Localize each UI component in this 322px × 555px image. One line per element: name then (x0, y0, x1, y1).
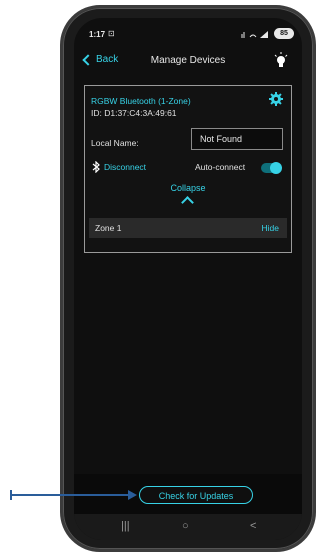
auto-connect-toggle[interactable] (261, 162, 282, 174)
zone-hide-button[interactable]: Hide (262, 223, 279, 233)
toggle-knob (270, 162, 282, 174)
nav-bar: Back Manage Devices (74, 48, 302, 74)
status-time: 1:17 (89, 30, 106, 39)
page-title: Manage Devices (150, 55, 226, 66)
back-nav-icon[interactable]: < (250, 520, 256, 532)
auto-connect-label: Auto-connect (195, 162, 246, 172)
system-nav-bar: ||| ○ < (74, 514, 302, 540)
wifi-signal-icon (241, 31, 268, 38)
device-name: RGBW Bluetooth (1-Zone) (91, 96, 191, 106)
disconnect-label: Disconnect (104, 162, 147, 172)
camera-icon: ⊡ (108, 29, 115, 38)
app-screen: 1:17 ⊡ 85 Back Manage Devices RGBW Bluet… (74, 18, 302, 540)
bluetooth-icon (92, 161, 100, 173)
gear-icon[interactable] (269, 92, 283, 106)
home-icon[interactable]: ○ (182, 520, 189, 532)
local-name-field[interactable]: Not Found (191, 128, 283, 150)
signal-icons (240, 30, 270, 41)
device-card: RGBW Bluetooth (1-Zone) ID: D1:37:C4:3A:… (84, 85, 292, 253)
device-id: ID: D1:37:C4:3A:49:61 (91, 108, 177, 118)
callout-line (11, 494, 132, 496)
battery-icon: 85 (274, 28, 294, 39)
disconnect-button[interactable]: Disconnect (91, 161, 146, 173)
zone-row: Zone 1 Hide (89, 218, 287, 238)
status-bar: 1:17 ⊡ 85 (74, 18, 302, 48)
zone-label: Zone 1 (95, 223, 122, 233)
collapse-button[interactable]: Collapse (85, 183, 291, 193)
chevron-up-icon[interactable] (181, 196, 194, 209)
check-updates-button[interactable]: Check for Updates (139, 486, 253, 504)
callout-arrow-icon (128, 490, 137, 500)
lightbulb-icon[interactable] (274, 52, 288, 70)
local-name-label: Local Name: (91, 138, 139, 148)
recent-apps-icon[interactable]: ||| (121, 520, 130, 532)
